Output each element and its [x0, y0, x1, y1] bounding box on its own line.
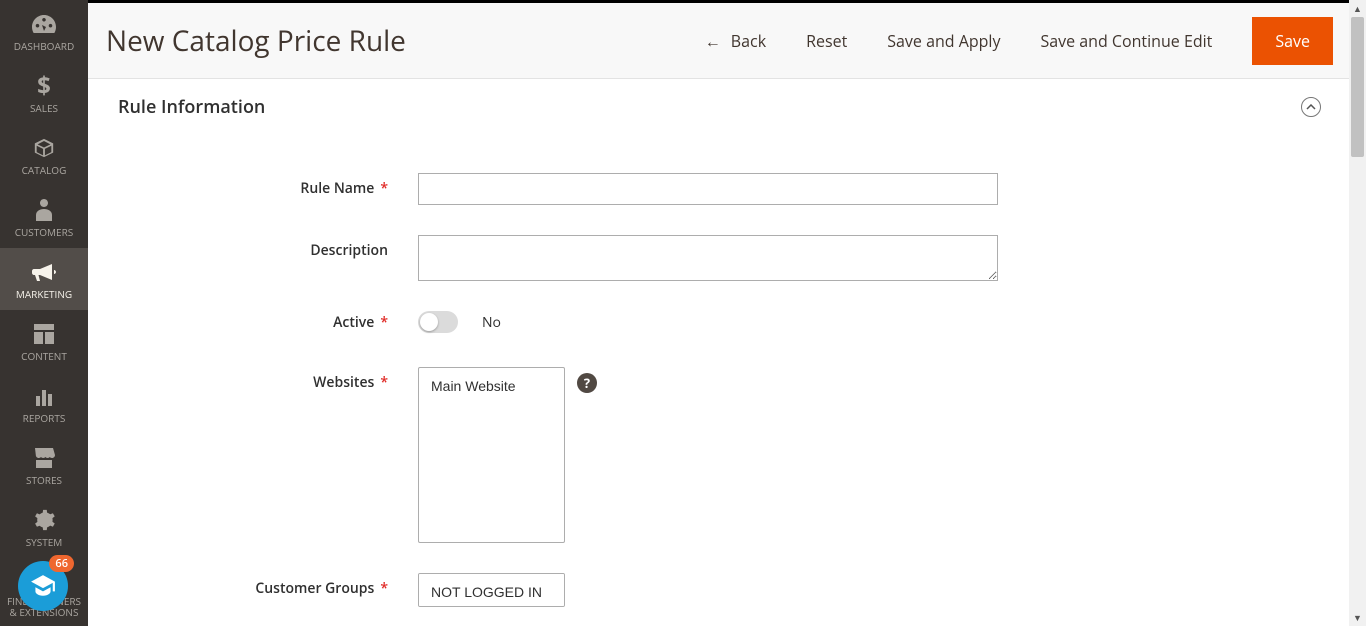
website-option[interactable]: Main Website [423, 372, 560, 400]
scroll-thumb[interactable] [1351, 17, 1364, 157]
label-text: Description [310, 241, 388, 260]
page-header: New Catalog Price Rule ← Back Reset Save… [88, 3, 1349, 79]
save-button[interactable]: Save [1252, 17, 1333, 65]
scroll-down-arrow[interactable]: ▼ [1349, 609, 1366, 626]
layout-icon [34, 321, 54, 347]
required-asterisk: * [380, 373, 388, 392]
sidebar-label: DASHBOARD [14, 41, 74, 52]
description-label: Description [118, 235, 418, 260]
sidebar-label: CATALOG [22, 165, 67, 176]
page-title: New Catalog Price Rule [106, 22, 705, 60]
back-button[interactable]: ← Back [705, 30, 766, 52]
box-icon [33, 135, 55, 161]
required-asterisk: * [380, 179, 388, 198]
vertical-scrollbar[interactable]: ▲ ▼ [1349, 0, 1366, 626]
sidebar-label: MARKETING [16, 289, 72, 300]
gear-icon [33, 507, 55, 533]
back-label: Back [731, 30, 766, 52]
sidebar-item-sales[interactable]: $ SALES [0, 62, 88, 124]
sidebar-label: REPORTS [23, 413, 66, 424]
sidebar-item-stores[interactable]: STORES [0, 434, 88, 496]
sidebar-label: CONTENT [21, 351, 67, 362]
sidebar-label: CUSTOMERS [15, 227, 74, 238]
websites-label: Websites * [118, 367, 418, 392]
chevron-up-icon[interactable] [1301, 97, 1321, 117]
active-toggle[interactable] [418, 311, 458, 333]
sidebar-item-catalog[interactable]: CATALOG [0, 124, 88, 186]
header-actions: ← Back Reset Save and Apply Save and Con… [705, 17, 1333, 65]
sidebar-label: SYSTEM [26, 537, 63, 548]
badge-count: 66 [49, 555, 74, 572]
graduation-cap-icon [30, 573, 56, 599]
active-value-label: No [482, 313, 501, 332]
dashboard-icon [32, 11, 56, 37]
save-and-continue-button[interactable]: Save and Continue Edit [1040, 30, 1212, 52]
help-badge[interactable]: 66 [18, 561, 68, 611]
toggle-knob [420, 313, 438, 331]
rule-name-label: Rule Name * [118, 173, 418, 198]
reset-button[interactable]: Reset [806, 30, 847, 52]
sidebar-item-content[interactable]: CONTENT [0, 310, 88, 372]
label-text: Customer Groups [255, 579, 374, 598]
customer-groups-label: Customer Groups * [118, 573, 418, 598]
required-asterisk: * [380, 313, 388, 332]
label-text: Rule Name [300, 179, 374, 198]
bar-chart-icon [34, 383, 54, 409]
sidebar-item-marketing[interactable]: MARKETING [0, 248, 88, 310]
save-and-apply-button[interactable]: Save and Apply [887, 30, 1000, 52]
label-text: Websites [313, 373, 374, 392]
form-row-customer-groups: Customer Groups * NOT LOGGED IN [118, 573, 1319, 607]
sidebar-label: SALES [30, 103, 58, 114]
sidebar-item-dashboard[interactable]: DASHBOARD [0, 0, 88, 62]
scroll-up-arrow[interactable]: ▲ [1349, 0, 1366, 17]
sidebar-item-system[interactable]: SYSTEM [0, 496, 88, 558]
admin-sidebar: DASHBOARD $ SALES CATALOG CUSTOMERS MARK… [0, 0, 88, 626]
sidebar-item-customers[interactable]: CUSTOMERS [0, 186, 88, 248]
scroll-track[interactable] [1349, 17, 1366, 609]
store-icon [33, 445, 55, 471]
dollar-icon: $ [37, 73, 51, 99]
label-text: Active [333, 313, 374, 332]
rule-name-input[interactable] [418, 173, 998, 205]
section-title: Rule Information [118, 95, 265, 119]
main-content: New Catalog Price Rule ← Back Reset Save… [88, 3, 1349, 626]
section-header-rule-information[interactable]: Rule Information [88, 79, 1349, 133]
form-row-description: Description [118, 235, 1319, 281]
form-row-rule-name: Rule Name * [118, 173, 1319, 205]
websites-select[interactable]: Main Website [418, 367, 565, 543]
rule-information-form: Rule Name * Description Active * No [88, 133, 1349, 607]
form-row-active: Active * No [118, 311, 1319, 333]
customer-groups-select[interactable]: NOT LOGGED IN [418, 573, 565, 607]
required-asterisk: * [380, 579, 388, 598]
sidebar-label: STORES [26, 475, 62, 486]
form-row-websites: Websites * Main Website ? [118, 367, 1319, 543]
arrow-left-icon: ← [705, 30, 721, 52]
customer-group-option[interactable]: NOT LOGGED IN [423, 578, 560, 606]
help-icon[interactable]: ? [577, 373, 597, 393]
active-label: Active * [118, 313, 418, 332]
description-textarea[interactable] [418, 235, 998, 281]
sidebar-item-reports[interactable]: REPORTS [0, 372, 88, 434]
megaphone-icon [32, 259, 56, 285]
person-icon [36, 197, 52, 223]
